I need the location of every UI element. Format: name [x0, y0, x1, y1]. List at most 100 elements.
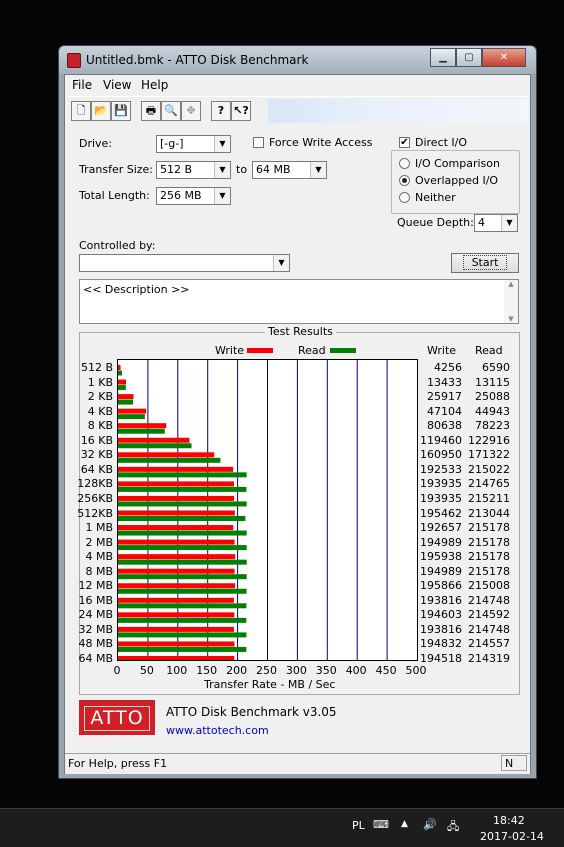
taskbar: PL ⌨ ▲ 🔊 🖧 18:42 2017-02-14: [0, 808, 564, 847]
write-value: 25917: [427, 390, 462, 404]
volume-icon[interactable]: 🔊: [423, 818, 437, 831]
read-value: 25088: [475, 390, 510, 404]
bar-write: [118, 495, 234, 501]
queue-depth-label: Queue Depth:: [397, 216, 474, 229]
bar-write: [118, 365, 121, 370]
bar-write: [118, 554, 236, 560]
overlapped-io-label: Overlapped I/O: [415, 174, 499, 187]
queue-depth-select[interactable]: 4 ▼: [474, 214, 518, 232]
bar-read: [118, 559, 247, 565]
write-value: 192533: [420, 462, 462, 476]
drive-select[interactable]: [-g-] ▼: [156, 135, 231, 153]
bar-write: [118, 656, 235, 660]
menu-file[interactable]: File: [72, 78, 92, 92]
category-label: 32 KB: [80, 448, 113, 462]
maximize-button[interactable]: ▢: [456, 48, 482, 67]
title-bar[interactable]: Untitled.bmk - ATTO Disk Benchmark ▁ ▢ ✕: [59, 46, 536, 74]
read-value: 214748: [468, 622, 510, 636]
overlapped-io-radio[interactable]: [399, 175, 410, 186]
bar-write: [118, 641, 235, 647]
show-hidden-icons-icon[interactable]: ▲: [401, 819, 408, 829]
x-tick-label: 350: [315, 664, 337, 677]
chart-plot-area: [117, 359, 418, 661]
atto-logo-text: ATTO: [84, 706, 150, 731]
bar-read: [118, 457, 221, 463]
direct-io-checkbox[interactable]: ✔: [399, 137, 410, 148]
print-icon[interactable]: 🖶: [141, 101, 161, 121]
direct-io-label: Direct I/O: [415, 136, 468, 149]
neither-radio[interactable]: [399, 192, 410, 203]
bar-read: [118, 588, 247, 594]
status-indicator: N: [505, 757, 514, 770]
clock-time[interactable]: 18:42: [493, 814, 525, 827]
description-field[interactable]: << Description >> ▲ ▼: [79, 279, 519, 324]
toolbar-gradient: [268, 99, 528, 123]
scroll-down-icon[interactable]: ▼: [504, 315, 518, 323]
help-icon[interactable]: ?: [211, 101, 231, 121]
force-write-checkbox[interactable]: [253, 137, 264, 148]
category-label: 1 KB: [87, 375, 113, 389]
status-text: For Help, press F1: [68, 757, 168, 770]
bar-write: [118, 466, 234, 472]
client-area: File View Help 🗋 📂 💾 🖶 🔍 ✥ ? ↖? Drive: […: [64, 74, 531, 774]
write-value: 192657: [420, 521, 462, 535]
total-length-select[interactable]: 256 MB ▼: [156, 187, 231, 205]
category-label: 128KB: [77, 477, 113, 491]
x-tick-label: 50: [139, 664, 154, 677]
app-icon: [67, 53, 81, 68]
network-icon[interactable]: 🖧: [447, 818, 459, 837]
description-scrollbar[interactable]: ▲ ▼: [504, 280, 518, 323]
open-icon[interactable]: 📂: [91, 101, 111, 121]
save-icon[interactable]: 💾: [111, 101, 131, 121]
print-preview-icon[interactable]: 🔍: [161, 101, 181, 121]
keyboard-icon[interactable]: ⌨: [373, 818, 389, 831]
transfer-from-select[interactable]: 512 B ▼: [156, 161, 231, 179]
start-button[interactable]: Start: [451, 253, 519, 273]
chevron-down-icon: ▼: [214, 162, 230, 178]
bar-write: [118, 597, 234, 603]
minimize-button[interactable]: ▁: [430, 48, 456, 67]
bar-write: [118, 452, 215, 458]
io-comparison-radio[interactable]: [399, 158, 410, 169]
drive-label: Drive:: [79, 137, 113, 150]
bar-read: [118, 486, 247, 492]
website-link[interactable]: www.attotech.com: [166, 724, 269, 737]
category-label: 12 MB: [78, 579, 113, 593]
language-indicator[interactable]: PL: [352, 819, 365, 832]
scroll-up-icon[interactable]: ▲: [504, 280, 518, 288]
move-icon[interactable]: ✥: [181, 101, 201, 121]
transfer-to-select[interactable]: 64 MB ▼: [252, 161, 327, 179]
write-value: 193935: [420, 491, 462, 505]
read-value: 171322: [468, 448, 510, 462]
category-label: 256KB: [77, 491, 113, 505]
write-value: 194832: [420, 637, 462, 651]
chevron-down-icon: ▼: [501, 215, 517, 231]
bar-read: [118, 472, 247, 478]
bar-read: [118, 443, 192, 449]
menu-view[interactable]: View: [103, 78, 131, 92]
clock-date[interactable]: 2017-02-14: [480, 830, 544, 843]
description-text: << Description >>: [83, 283, 190, 296]
new-icon[interactable]: 🗋: [71, 101, 91, 121]
bar-read: [118, 385, 126, 391]
transfer-to-value: 64 MB: [256, 163, 291, 176]
app-window: Untitled.bmk - ATTO Disk Benchmark ▁ ▢ ✕…: [58, 45, 537, 779]
context-help-icon[interactable]: ↖?: [231, 101, 251, 121]
category-label: 16 MB: [78, 593, 113, 607]
x-tick-label: 450: [375, 664, 397, 677]
write-value: 80638: [427, 419, 462, 433]
x-tick-label: 500: [405, 664, 427, 677]
write-value: 119460: [420, 433, 462, 447]
total-length-label: Total Length:: [79, 189, 150, 202]
window-title: Untitled.bmk - ATTO Disk Benchmark: [86, 53, 309, 67]
bar-write: [118, 626, 234, 632]
bar-write: [118, 394, 134, 400]
read-value: 215008: [468, 579, 510, 593]
bar-write: [118, 408, 147, 414]
controlled-by-select[interactable]: ▼: [79, 254, 290, 272]
close-button[interactable]: ✕: [482, 48, 526, 67]
write-value: 193816: [420, 593, 462, 607]
write-value: 195938: [420, 550, 462, 564]
menu-help[interactable]: Help: [141, 78, 168, 92]
legend-read-swatch: [330, 348, 356, 353]
